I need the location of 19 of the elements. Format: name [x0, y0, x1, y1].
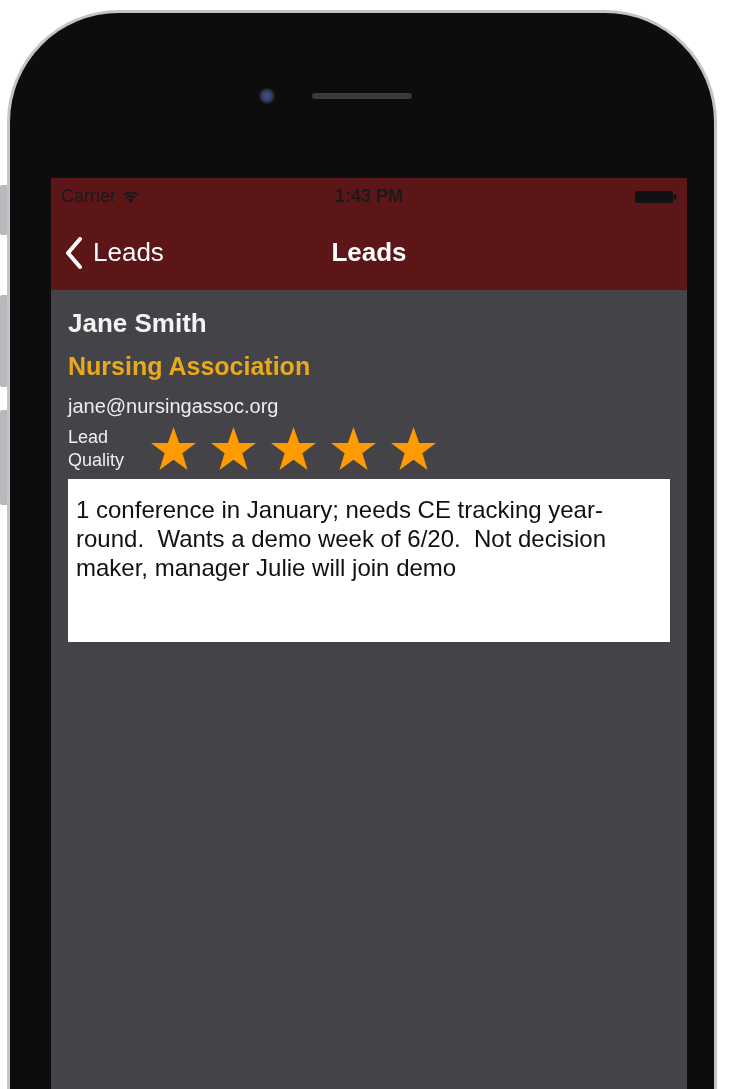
filled-star-icon[interactable]: [330, 426, 377, 471]
email-address: jane@nursingassoc.org: [68, 395, 279, 418]
notes-field[interactable]: 1 conference in January; needs CE tracking year-round. Wants a demo week of 6/20. Not decision maker, manager Julie will join demo: [68, 479, 670, 642]
contact-name: Jane Smith: [68, 308, 207, 339]
chevron-left-icon: [65, 236, 83, 269]
filled-star-icon[interactable]: [150, 426, 197, 471]
star-rating[interactable]: [150, 426, 437, 471]
back-button[interactable]: Leads: [65, 236, 164, 269]
quality-label: Lead Quality: [68, 426, 126, 471]
screen-title: Leads: [331, 237, 407, 268]
carrier-label: Carrier: [61, 186, 116, 207]
organization-name: Nursing Association: [68, 352, 311, 381]
wifi-icon: [122, 189, 140, 204]
filled-star-icon[interactable]: [270, 426, 317, 471]
camera-icon: [258, 87, 275, 104]
filled-star-icon[interactable]: [390, 426, 437, 471]
filled-star-icon[interactable]: [210, 426, 257, 471]
status-time: 1:43 PM: [335, 186, 403, 206]
battery-icon: [635, 189, 677, 204]
